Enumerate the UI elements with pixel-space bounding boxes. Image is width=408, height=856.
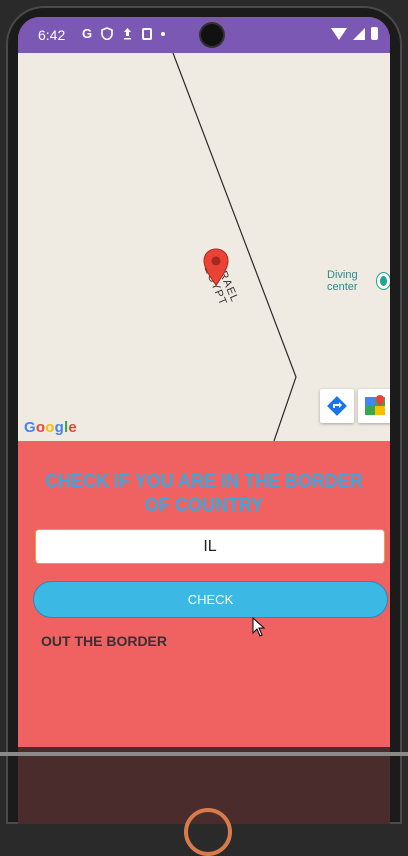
- front-camera: [201, 24, 223, 46]
- open-in-maps-button[interactable]: [358, 389, 390, 423]
- check-button[interactable]: CHECK: [33, 581, 388, 618]
- page-title: CHECK IF YOU ARE IN THE BORDER OF COUNTR…: [44, 471, 364, 515]
- mouse-cursor-icon: [252, 617, 266, 637]
- app-launcher-icon[interactable]: [184, 808, 232, 856]
- shield-icon: [101, 27, 113, 40]
- status-icons-right: [331, 27, 378, 40]
- dot-icon: [161, 31, 166, 36]
- poi-label: Diving center: [327, 269, 358, 293]
- google-logo: Google: [24, 419, 77, 436]
- sd-card-icon: [142, 27, 153, 40]
- status-bar: 6:42 G: [18, 17, 390, 53]
- wifi-icon: [331, 27, 347, 40]
- signal-icon: [353, 27, 365, 40]
- upload-icon: [124, 28, 132, 40]
- border-line: [172, 53, 297, 441]
- directions-button[interactable]: [320, 389, 354, 423]
- status-time: 6:42: [38, 27, 66, 43]
- google-maps-icon: [365, 395, 385, 415]
- battery-icon: [371, 27, 378, 40]
- directions-icon: [327, 396, 347, 416]
- poi-diving-center[interactable]: Diving center: [327, 269, 390, 293]
- diving-center-icon: [376, 273, 390, 289]
- country-code-input[interactable]: [35, 529, 385, 564]
- result-text: OUT THE BORDER: [41, 633, 167, 649]
- map-view[interactable]: ISRAEL EGYPT Diving center Google: [18, 53, 390, 441]
- app-screen: 6:42 G ISRAEL EGYPT Diving center Google…: [18, 17, 390, 824]
- location-pin-icon[interactable]: [203, 248, 229, 286]
- home-indicator[interactable]: [0, 752, 408, 756]
- google-icon: G: [82, 26, 93, 41]
- status-icons-left: G: [82, 26, 166, 41]
